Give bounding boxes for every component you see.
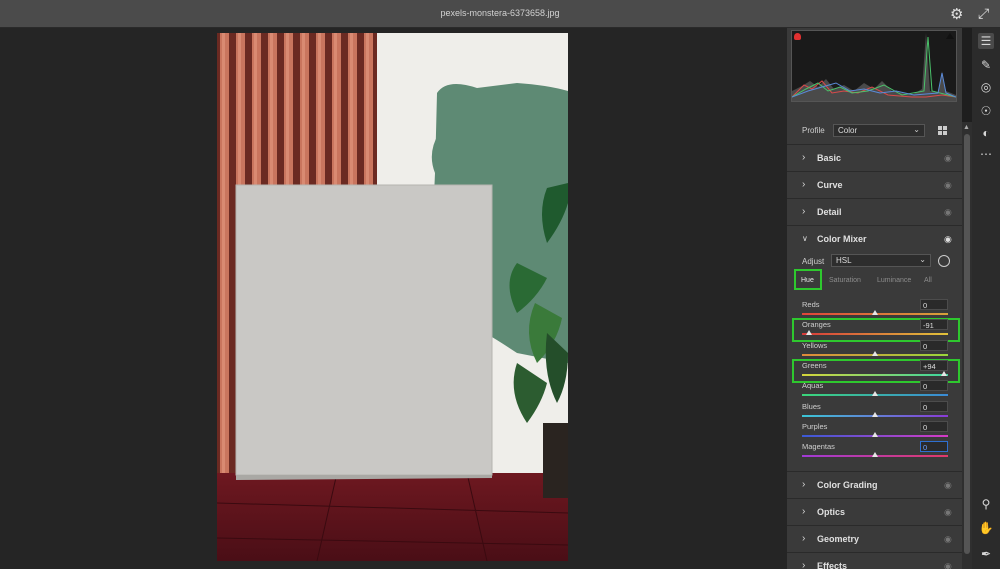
slider-track[interactable] — [802, 373, 948, 376]
section-effects[interactable]: › Effects ◉ — [787, 552, 962, 569]
section-title: Basic — [817, 153, 842, 163]
tab-hue[interactable]: Hue — [801, 277, 814, 284]
photo-image — [217, 33, 568, 561]
more-icon[interactable]: ⋯ — [978, 146, 994, 162]
section-detail[interactable]: › Detail ◉ — [787, 198, 962, 224]
profile-label: Profile — [802, 126, 825, 135]
profile-browser-icon[interactable] — [938, 126, 948, 136]
app-window: pexels-monstera-6373658.jpg ⚙ ⤢ Profile … — [0, 0, 1000, 569]
slider-value-input[interactable]: +94 — [920, 359, 948, 371]
profile-row: Profile Color ⌄ — [787, 120, 962, 142]
section-title: Optics — [817, 507, 846, 517]
slider-value-input[interactable]: 0 — [920, 339, 948, 351]
edit-sliders-icon[interactable]: ☰ — [978, 33, 994, 49]
photo-preview — [217, 33, 568, 561]
profile-dropdown[interactable]: Color ⌄ — [833, 124, 925, 137]
section-color-mixer[interactable]: ∨ Color Mixer ◉ — [787, 225, 962, 251]
hand-icon[interactable]: ✋ — [978, 520, 994, 536]
section-title: Detail — [817, 207, 842, 217]
slider-label: Purples — [802, 421, 828, 431]
adjust-value: HSL — [836, 256, 852, 265]
slider-value-input[interactable]: 0 — [920, 420, 948, 432]
section-geometry[interactable]: › Geometry ◉ — [787, 525, 962, 551]
presets-icon[interactable]: ◐ — [978, 125, 994, 141]
slider-value-input[interactable]: 0 — [920, 299, 948, 310]
slider-label: Reds — [802, 300, 820, 309]
slider-thumb[interactable] — [872, 310, 878, 315]
chevron-right-icon: › — [802, 152, 806, 163]
eye-icon[interactable]: ◉ — [944, 180, 952, 191]
section-curve[interactable]: › Curve ◉ — [787, 171, 962, 197]
histogram — [791, 30, 957, 102]
zoom-icon[interactable]: ⚲ — [978, 496, 994, 512]
chevron-down-icon: ⌄ — [919, 255, 926, 264]
healing-brush-icon[interactable]: ✎ — [978, 57, 994, 73]
section-title: Color Mixer — [817, 234, 867, 244]
eye-icon[interactable]: ◉ — [944, 234, 952, 245]
eye-icon[interactable]: ◉ — [944, 207, 952, 218]
section-title: Color Grading — [817, 480, 878, 490]
chevron-down-icon: ∨ — [802, 234, 808, 243]
title-bar: pexels-monstera-6373658.jpg ⚙ ⤢ — [0, 0, 1000, 28]
slider-label: Aquas — [802, 381, 824, 391]
slider-label: Oranges — [802, 320, 831, 330]
image-canvas[interactable] — [0, 28, 787, 569]
chevron-right-icon: › — [802, 179, 806, 190]
adjust-label: Adjust — [802, 257, 825, 266]
slider-thumb[interactable] — [872, 411, 878, 417]
masking-icon[interactable]: ◎ — [978, 79, 994, 95]
slider-value-input[interactable]: 0 — [920, 441, 948, 453]
chevron-right-icon: › — [802, 479, 806, 490]
chevron-right-icon: › — [802, 206, 806, 217]
slider-value-input[interactable]: 0 — [920, 400, 948, 412]
tab-all[interactable]: All — [924, 277, 932, 284]
adjust-dropdown[interactable]: HSL ⌄ — [831, 254, 931, 267]
clipping-warning-icon[interactable] — [794, 33, 801, 40]
red-eye-icon[interactable]: ☉ — [978, 103, 994, 119]
slider-track[interactable] — [802, 333, 948, 336]
tab-saturation[interactable]: Saturation — [829, 277, 861, 284]
slider-thumb[interactable] — [872, 431, 878, 437]
panel-scrollbar[interactable]: ▲ — [962, 122, 972, 569]
chevron-down-icon: ⌄ — [913, 125, 920, 134]
chevron-right-icon: › — [802, 506, 806, 517]
slider-value-input[interactable]: 0 — [920, 380, 948, 392]
eye-icon[interactable]: ◉ — [944, 507, 952, 518]
slider-thumb[interactable] — [872, 391, 878, 397]
section-title: Effects — [817, 561, 848, 569]
scrollbar-thumb[interactable] — [964, 134, 970, 554]
slider-thumb[interactable] — [805, 330, 812, 336]
slider-label: Blues — [802, 401, 821, 411]
section-basic[interactable]: › Basic ◉ — [787, 144, 962, 170]
highlight-clipping-icon[interactable] — [946, 33, 954, 39]
slider-label: Yellows — [802, 340, 828, 350]
slider-label: Magentas — [802, 442, 835, 452]
profile-value: Color — [838, 126, 858, 135]
window-title: pexels-monstera-6373658.jpg — [440, 8, 560, 18]
eye-icon[interactable]: ◉ — [944, 561, 952, 569]
section-color-grading[interactable]: › Color Grading ◉ — [787, 471, 962, 497]
tool-strip: ☰ ✎ ◎ ☉ ◐ ⋯ ⚲ ✋ ✒ — [972, 28, 1000, 569]
eye-icon[interactable]: ◉ — [944, 480, 952, 491]
section-title: Geometry — [817, 534, 860, 544]
eye-icon[interactable]: ◉ — [944, 534, 952, 545]
targeted-adjustment-icon[interactable] — [938, 255, 950, 267]
slider-thumb[interactable] — [872, 350, 878, 356]
slider-value-input[interactable]: -91 — [920, 319, 948, 331]
slider-label: Greens — [802, 360, 827, 370]
section-title: Curve — [817, 180, 843, 190]
chevron-right-icon: › — [802, 560, 806, 569]
eye-icon[interactable]: ◉ — [944, 153, 952, 164]
slider-thumb[interactable] — [940, 370, 947, 376]
expand-icon[interactable]: ⤢ — [978, 5, 989, 22]
chevron-right-icon: › — [802, 533, 806, 544]
edit-panel: Profile Color ⌄ ∨ Color Mixer ◉ Adjust H… — [787, 28, 962, 569]
tab-luminance[interactable]: Luminance — [877, 277, 911, 284]
slider-thumb[interactable] — [872, 452, 878, 458]
gear-icon[interactable]: ⚙ — [950, 5, 963, 23]
scroll-up-icon[interactable]: ▲ — [963, 124, 970, 131]
color-sampler-icon[interactable]: ✒ — [978, 546, 994, 562]
section-optics[interactable]: › Optics ◉ — [787, 498, 962, 524]
